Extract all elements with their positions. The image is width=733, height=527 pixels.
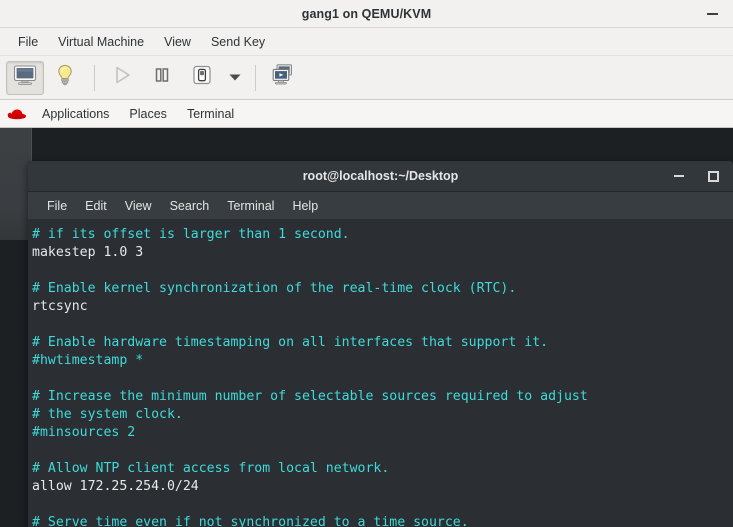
terminal-line: # Allow NTP client access from local net… <box>32 461 390 476</box>
chevron-down-icon <box>228 69 242 87</box>
terminal-line: # Enable kernel synchronization of the r… <box>32 281 517 296</box>
redhat-logo-icon <box>6 105 28 123</box>
vm-titlebar: gang1 on QEMU/KVM <box>0 0 733 28</box>
terminal-window-buttons <box>671 161 721 191</box>
terminal-menu-search[interactable]: Search <box>161 196 219 216</box>
show-details-button[interactable] <box>46 61 84 95</box>
gnome-panel: Applications Places Terminal <box>0 100 733 128</box>
terminal-output[interactable]: # if its offset is larger than 1 second.… <box>28 220 733 527</box>
virt-manager-window: gang1 on QEMU/KVM File Virtual Machine V… <box>0 0 733 527</box>
terminal-text-area: # if its offset is larger than 1 second.… <box>32 226 733 527</box>
terminal-menubar: File Edit View Search Terminal Help <box>28 192 733 220</box>
terminal-menu-terminal[interactable]: Terminal <box>218 196 283 216</box>
guest-console[interactable]: Applications Places Terminal root@localh… <box>0 100 733 527</box>
terminal-title: root@localhost:~/Desktop <box>302 169 459 183</box>
terminal-line: allow 172.25.254.0/24 <box>32 479 199 494</box>
minimize-icon <box>706 12 718 15</box>
terminal-line: # if its offset is larger than 1 second. <box>32 227 350 242</box>
pause-button[interactable] <box>143 61 181 95</box>
minimize-icon <box>674 175 684 177</box>
panel-item-places[interactable]: Places <box>119 104 177 124</box>
vm-toolbar <box>0 56 733 100</box>
terminal-line: # Increase the minimum number of selecta… <box>32 389 588 404</box>
terminal-titlebar: root@localhost:~/Desktop <box>28 161 733 192</box>
show-console-button[interactable] <box>6 60 44 95</box>
monitor-icon <box>13 64 37 91</box>
lightbulb-icon <box>54 63 76 92</box>
terminal-line: # Enable hardware timestamping on all in… <box>32 335 549 350</box>
shutdown-menu-button[interactable] <box>223 61 247 95</box>
menu-view[interactable]: View <box>154 32 201 52</box>
terminal-minimize-button[interactable] <box>671 168 687 184</box>
menu-file[interactable]: File <box>8 32 48 52</box>
toolbar-separator-2 <box>255 64 256 91</box>
vm-menubar: File Virtual Machine View Send Key <box>0 28 733 56</box>
shutdown-button[interactable] <box>183 61 221 95</box>
terminal-maximize-button[interactable] <box>705 168 721 184</box>
terminal-line: # Serve time even if not synchronized to… <box>32 515 469 527</box>
pause-icon <box>151 64 173 91</box>
run-button[interactable] <box>103 61 141 95</box>
panel-item-applications[interactable]: Applications <box>32 104 119 124</box>
toolbar-separator <box>94 64 95 91</box>
terminal-line: #minsources 2 <box>32 425 136 440</box>
terminal-line: # the system clock. <box>32 407 183 422</box>
terminal-menu-view[interactable]: View <box>116 196 161 216</box>
panel-item-terminal[interactable]: Terminal <box>177 104 244 124</box>
play-icon <box>111 64 133 91</box>
screens-icon <box>270 63 296 92</box>
terminal-menu-file[interactable]: File <box>38 196 76 216</box>
power-icon <box>190 63 214 92</box>
terminal-menu-edit[interactable]: Edit <box>76 196 116 216</box>
vm-minimize-button[interactable] <box>701 3 723 25</box>
guest-desktop[interactable]: root@localhost:~/Desktop File Edit View <box>0 128 733 527</box>
vm-window-title: gang1 on QEMU/KVM <box>301 6 432 21</box>
terminal-line: #hwtimestamp * <box>32 353 144 368</box>
menu-send-key[interactable]: Send Key <box>201 32 275 52</box>
terminal-window[interactable]: root@localhost:~/Desktop File Edit View <box>28 161 733 527</box>
terminal-line: makestep 1.0 3 <box>32 245 144 260</box>
maximize-icon <box>707 170 719 182</box>
terminal-menu-help[interactable]: Help <box>283 196 327 216</box>
terminal-line: rtcsync <box>32 299 88 314</box>
menu-virtual-machine[interactable]: Virtual Machine <box>48 32 154 52</box>
snapshots-button[interactable] <box>264 61 302 95</box>
